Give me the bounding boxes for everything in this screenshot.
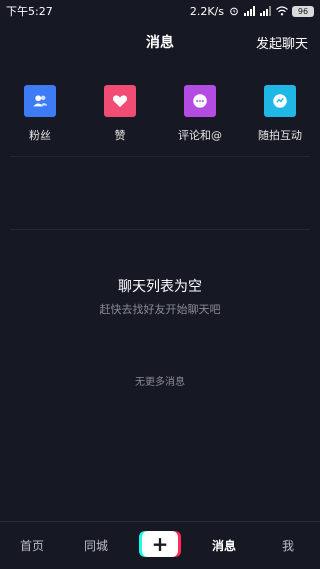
shortcut-comments[interactable]: 评论和@ <box>165 85 235 143</box>
heart-icon <box>104 85 136 117</box>
shortcut-label: 评论和@ <box>178 129 222 142</box>
empty-state-title: 聊天列表为空 <box>118 279 202 295</box>
bottom-nav: 首页 同城 + 消息 我 <box>0 521 320 569</box>
fans-icon <box>24 85 56 117</box>
shortcut-label: 粉丝 <box>29 129 51 142</box>
nav-messages[interactable]: 消息 <box>212 537 236 554</box>
divider <box>10 229 310 230</box>
plus-icon: + <box>151 532 169 556</box>
nav-home[interactable]: 首页 <box>20 537 44 554</box>
shortcut-likes[interactable]: 赞 <box>85 85 155 143</box>
camera-interact-icon <box>264 85 296 117</box>
shortcut-label: 随拍互动 <box>258 129 302 142</box>
divider <box>10 156 310 157</box>
shortcut-fans[interactable]: 粉丝 <box>5 85 75 143</box>
nav-me[interactable]: 我 <box>282 537 294 554</box>
status-time: 下午5:27 <box>6 5 53 18</box>
no-more-messages: 无更多消息 <box>135 377 185 388</box>
create-button[interactable]: + <box>142 531 178 557</box>
network-speed: 2.2K/s <box>189 4 224 18</box>
nav-nearby[interactable]: 同城 <box>84 537 108 554</box>
signal-icon <box>244 6 256 16</box>
alarm-icon <box>228 6 240 16</box>
empty-state-subtitle: 赶快去找好友开始聊天吧 <box>99 303 221 316</box>
shortcut-interact[interactable]: 随拍互动 <box>245 85 315 143</box>
shortcut-label: 赞 <box>114 129 126 142</box>
message-shortcuts: 粉丝 赞 评论和@ 随拍互动 <box>0 85 320 145</box>
status-indicators: 2.2K/s 96 <box>190 5 314 18</box>
start-chat-button[interactable]: 发起聊天 <box>256 33 308 52</box>
wifi-icon <box>276 6 288 16</box>
header: 消息 发起聊天 <box>0 22 320 60</box>
battery-indicator: 96 <box>292 5 314 17</box>
signal-icon-2 <box>260 6 272 16</box>
status-bar: 下午5:27 2.2K/s 96 <box>0 0 320 22</box>
comment-icon <box>184 85 216 117</box>
